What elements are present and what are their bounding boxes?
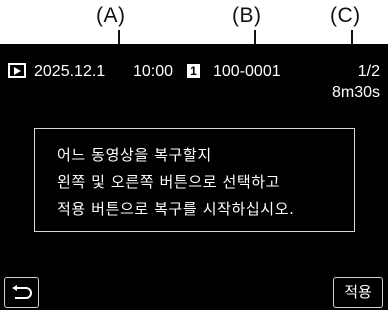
callout-b-label: (B) <box>232 4 262 27</box>
callout-a-label: (A) <box>96 4 126 27</box>
callout-c-label: (C) <box>330 4 361 27</box>
back-button[interactable] <box>4 277 39 308</box>
recording-time: 10:00 <box>133 63 174 80</box>
apply-button[interactable]: 적용 <box>333 277 383 308</box>
callout-labels: (A) (B) (C) <box>0 0 388 54</box>
image-counter: 1/2 <box>357 63 380 80</box>
return-arrow-icon <box>11 284 32 299</box>
dialog-line-3: 적용 버튼으로 복구를 시작하십시오. <box>57 200 295 218</box>
card-slot-badge: 1 <box>187 64 200 78</box>
recording-date: 2025.12.1 <box>34 63 106 80</box>
dialog-line-2: 왼쪽 및 오른쪽 버튼으로 선택하고 <box>57 173 281 191</box>
dialog-line-1: 어느 동영상을 복구할지 <box>57 146 212 164</box>
camera-playback-screen: 2025.12.1 10:00 1 100-0001 1/2 8m30s 어느 … <box>0 44 388 310</box>
folder-file-number: 100-0001 <box>213 63 281 80</box>
playback-icon <box>8 63 26 78</box>
video-duration: 8m30s <box>331 84 380 101</box>
recovery-instruction-dialog: 어느 동영상을 복구할지 왼쪽 및 오른쪽 버튼으로 선택하고 적용 버튼으로 … <box>34 128 355 232</box>
